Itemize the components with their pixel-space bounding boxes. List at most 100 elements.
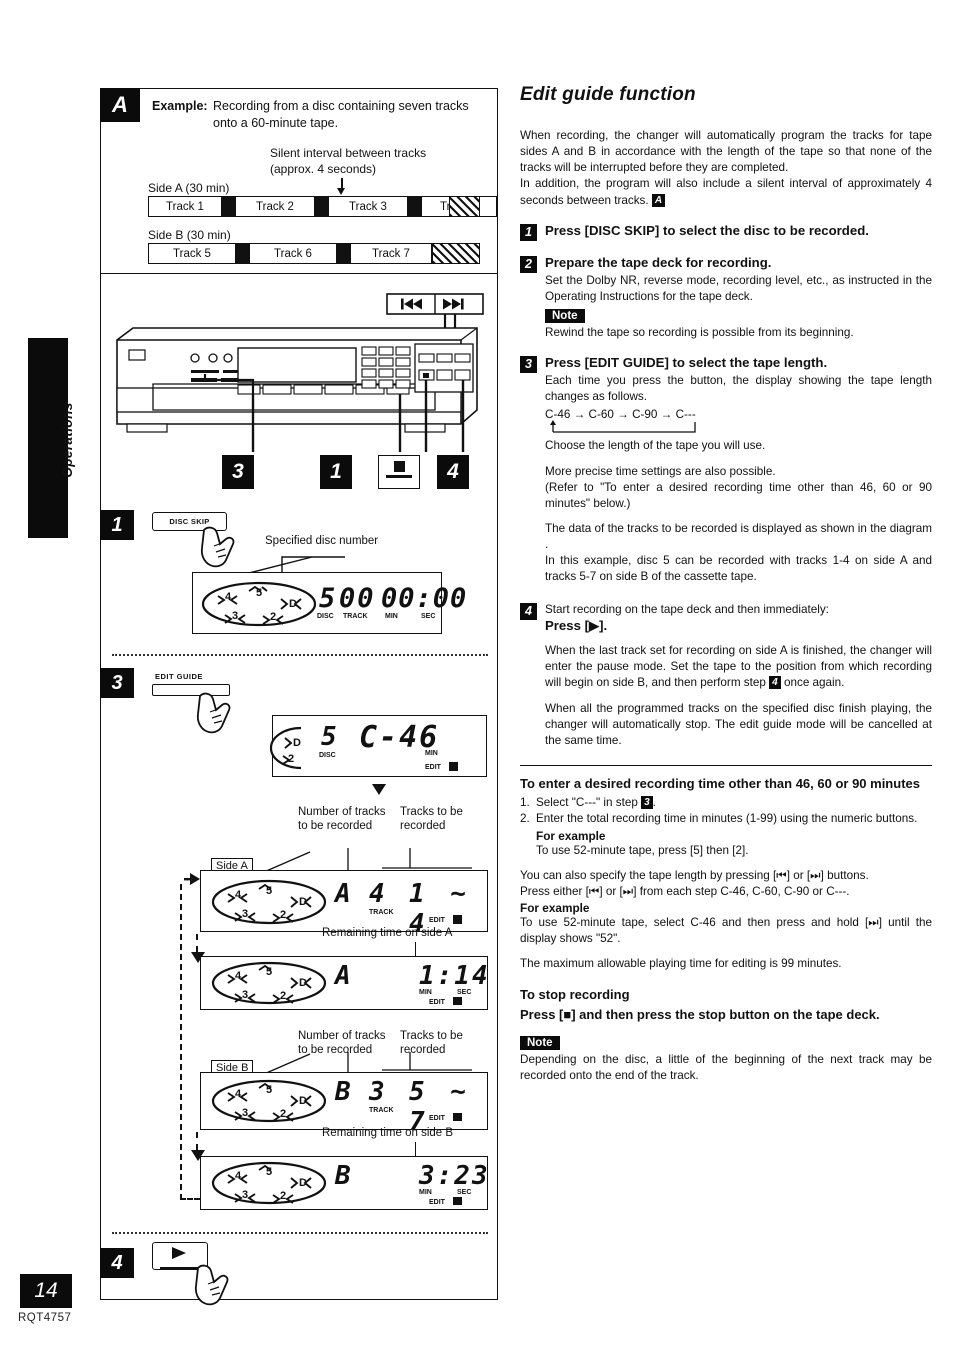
svg-text:2: 2: [270, 611, 276, 623]
track-label: TRACK: [369, 909, 394, 916]
side-letter-value: A: [335, 961, 351, 991]
step-4-badge: 4: [100, 1248, 134, 1278]
pointing-hand-icon: [192, 690, 244, 741]
disc-number-value: 5: [321, 722, 337, 752]
tape-track-block: Track 5: [148, 243, 236, 264]
stop-recording-body: Press [■] and then press the stop button…: [520, 1006, 880, 1022]
instruction-step-4: 4 Start recording on the tape deck and t…: [520, 602, 932, 635]
tape-track-block: Track 3: [328, 196, 408, 217]
step-4-heading: Press [▶].: [545, 617, 608, 633]
track-label: TRACK: [369, 1107, 394, 1114]
list-number: 2.: [520, 812, 530, 826]
section-divider: [520, 765, 932, 767]
reference-badge-4: 4: [769, 676, 781, 690]
svg-text:D: D: [293, 737, 301, 749]
list-number: 1.: [520, 795, 530, 809]
cycle-item-2: C-90: [632, 408, 658, 422]
stop-icon: [393, 461, 405, 472]
step-4-lead: Start recording on the tape deck and the…: [545, 602, 829, 616]
side-a-display: D54 32 A 4 TRACK 1 ~ 4 EDIT: [200, 870, 488, 939]
reference-badge-a: A: [651, 193, 666, 207]
disc-label: DISC: [317, 613, 334, 620]
step-2-body: Set the Dolby NR, reverse mode, recordin…: [545, 273, 932, 303]
step-1-heading: Press [DISC SKIP] to select the disc to …: [545, 222, 869, 238]
sec-label: SEC: [457, 989, 472, 996]
track-count-value: 3: [369, 1077, 385, 1107]
edit-indicator-label: EDIT: [429, 999, 445, 1006]
step-4-body-1: When the last track set for recording on…: [545, 643, 932, 691]
tape-track-block: Track 7: [350, 243, 432, 264]
track-label: TRACK: [343, 613, 368, 620]
panel-divider: [112, 1232, 488, 1234]
disc-carousel-icon: D54 32: [211, 879, 327, 930]
example-badge-a: A: [100, 88, 140, 122]
svg-text:2: 2: [280, 1190, 286, 1202]
edit-indicator-icon: [453, 915, 462, 924]
custom-time-item-2: 2. Enter the total recording time in min…: [520, 811, 932, 827]
custom-time-heading: To enter a desired recording time other …: [520, 776, 920, 792]
remaining-time-value: 1:14: [419, 961, 490, 991]
tape-gap: [222, 196, 235, 217]
deck-callout-4: 4: [437, 455, 469, 489]
entry-arrow-icon: [184, 872, 202, 891]
disc-number-value: 5: [319, 583, 336, 614]
step-3-body-3: More precise time settings are also poss…: [545, 464, 776, 478]
edit-indicator-label: EDIT: [425, 764, 441, 771]
flow-dashed-line: [196, 934, 198, 952]
step-2-note-body: Rewind the tape so recording is possible…: [545, 325, 854, 339]
tape-unused-hatch: [449, 196, 480, 217]
step-2-number: 2: [520, 255, 537, 273]
disc-carousel-icon: D54 32: [211, 1079, 327, 1128]
step-2-heading: Prepare the tape deck for recording.: [545, 254, 772, 270]
disc-carousel-icon-partial: D2: [257, 726, 319, 775]
custom-time-item-1-text: Select "C---" in step: [536, 795, 638, 809]
deck-callout-3: 3: [222, 455, 254, 489]
side-b-label: Side B (30 min): [148, 228, 231, 242]
step-3-number: 3: [520, 356, 537, 374]
side-letter-value: B: [335, 1077, 351, 1107]
step-1-badge: 1: [100, 510, 134, 540]
svg-text:3: 3: [242, 989, 248, 1001]
page-title: Edit guide function: [520, 84, 696, 105]
panel-divider: [112, 654, 488, 656]
flow-return-line: [180, 884, 182, 1200]
disc-carousel-icon: D54 32: [211, 1161, 327, 1210]
svg-text:2: 2: [280, 990, 286, 1002]
step-1-number: 1: [520, 223, 537, 241]
step-4-body-2: When all the programmed tracks on the sp…: [545, 701, 932, 747]
for-example-label-1: For example: [536, 829, 606, 844]
side-a-tracks-callout: Tracks to be recorded: [400, 806, 463, 832]
min-label: MIN: [425, 750, 438, 757]
edit-indicator-icon: [449, 762, 458, 771]
edit-indicator-icon: [453, 1113, 462, 1121]
article-column: Edit guide function When recording, the …: [520, 84, 932, 1084]
step-4-body-1-tail: once again.: [783, 676, 845, 690]
stop-recording-note-body: Depending on the disc, a little of the b…: [520, 1053, 932, 1083]
pointing-hand-icon: [190, 1262, 242, 1313]
custom-time-body-3: The maximum allowable playing time for e…: [520, 956, 842, 970]
silent-interval-line-1: Silent interval between tracks: [270, 146, 427, 160]
side-b-remaining-callout: Remaining time on side B: [322, 1127, 454, 1139]
edit-guide-button-label: EDIT GUIDE: [155, 672, 203, 681]
edit-indicator-icon: [453, 997, 462, 1005]
specified-disc-number-callout: Specified disc number: [265, 535, 379, 547]
side-a-remaining-display: D54 32 A 1:14 MIN SEC EDIT: [200, 956, 488, 1010]
flow-dashed-line: [196, 1132, 198, 1150]
step-3-body-5: The data of the tracks to be recorded is…: [545, 521, 932, 552]
sec-label: SEC: [421, 613, 436, 620]
svg-text:2: 2: [280, 909, 286, 921]
flow-arrow-icon: [372, 784, 386, 795]
min-label: MIN: [419, 989, 432, 996]
min-label: MIN: [419, 1189, 432, 1196]
side-a-remaining-callout: Remaining time on side A: [322, 927, 453, 939]
custom-time-item-1: 1. Select "C---" in step 3.: [520, 795, 932, 811]
sidebar-section-label: Operations: [60, 402, 75, 478]
step-3-badge: 3: [100, 668, 134, 698]
tape-gap: [315, 196, 328, 217]
svg-text:4: 4: [235, 970, 242, 982]
side-b-remaining-display: D54 32 B 3:23 MIN SEC EDIT: [200, 1156, 488, 1210]
side-letter-value: A: [335, 879, 351, 909]
side-b-display: D54 32 B 3 TRACK 5 ~ 7 EDIT: [200, 1072, 488, 1137]
svg-text:3: 3: [242, 1189, 248, 1201]
for-example-body-2: To use 52-minute tape, select C-46 and t…: [520, 915, 932, 945]
